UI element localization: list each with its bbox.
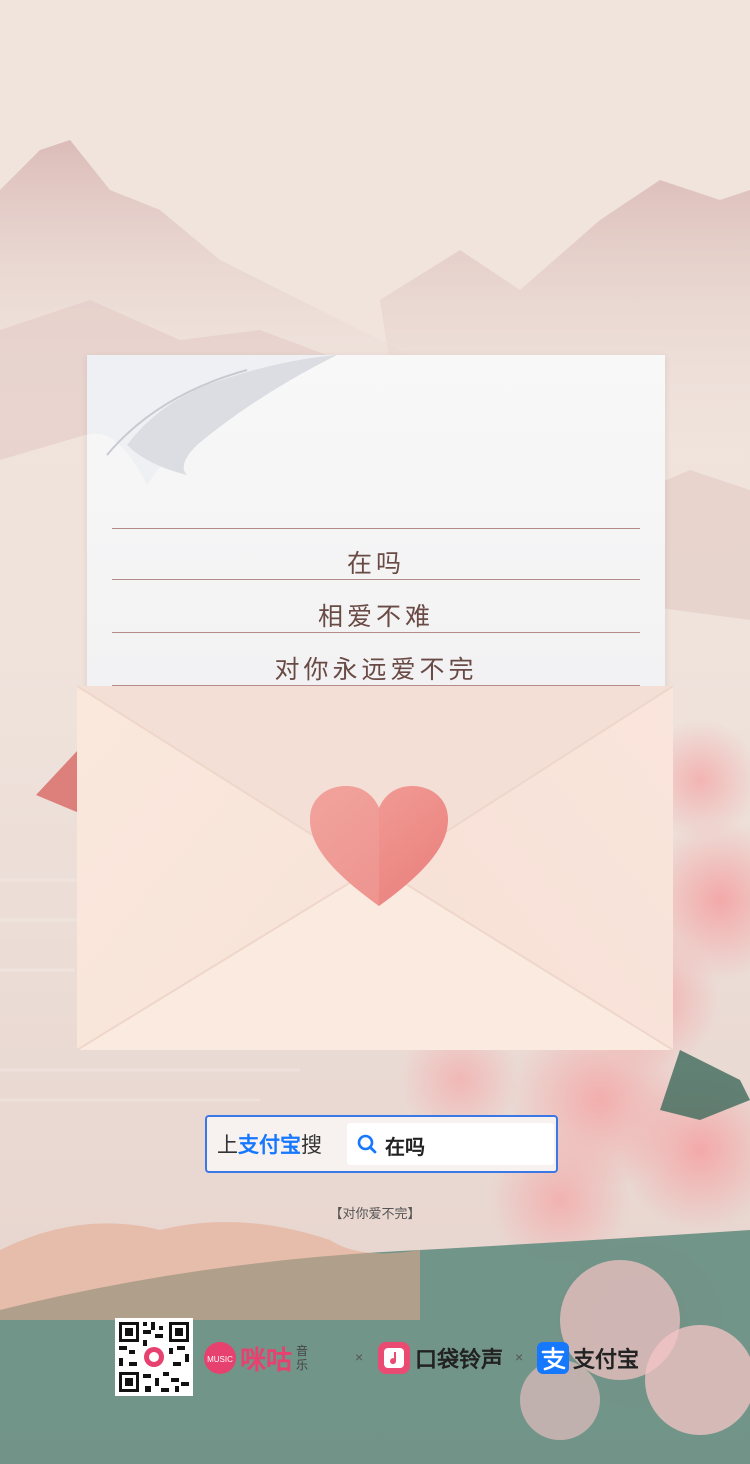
letter-line-1: 在吗 bbox=[346, 549, 405, 578]
song-subtitle: 【对你爱不完】 bbox=[329, 1206, 421, 1221]
page-curl bbox=[87, 355, 337, 485]
search-icon bbox=[357, 1134, 377, 1154]
qr-code-icon[interactable] bbox=[115, 1318, 193, 1396]
migu-sub-1: 音 bbox=[296, 1344, 309, 1358]
alipay-logo: 支付宝 bbox=[537, 1340, 639, 1376]
search-prefix-text-2: 搜 bbox=[301, 1134, 322, 1157]
migu-music-logo: MUSIC 咪咕 音 乐 bbox=[203, 1340, 308, 1376]
letter-line-2: 相爱不难 bbox=[317, 602, 434, 631]
alipay-name: 支付宝 bbox=[573, 1347, 640, 1372]
letter-line-3: 对你永远爱不完 bbox=[274, 655, 478, 684]
alipay-icon bbox=[537, 1342, 569, 1374]
heart-seal-icon bbox=[310, 786, 448, 906]
ringtone-name: 口袋铃声 bbox=[415, 1347, 504, 1372]
alipay-search-banner[interactable]: 上支付宝搜 在吗 bbox=[205, 1115, 558, 1173]
migu-sub: 音 乐 bbox=[296, 1344, 308, 1372]
separator-x: × bbox=[515, 1349, 524, 1365]
search-prefix: 上支付宝搜 bbox=[217, 1129, 322, 1159]
search-brand-alipay: 支付宝 bbox=[238, 1134, 301, 1157]
ringtone-app-icon bbox=[378, 1342, 410, 1374]
migu-name: 咪咕 bbox=[240, 1344, 293, 1375]
separator-x: × bbox=[355, 1349, 364, 1365]
partner-logos: MUSIC 咪咕 音 乐 × 口袋铃声 × 支付宝 bbox=[203, 1340, 643, 1376]
koudai-ringtone-logo: 口袋铃声 bbox=[377, 1340, 503, 1376]
search-prefix-text: 上 bbox=[217, 1134, 238, 1157]
migu-icon: MUSIC bbox=[204, 1342, 236, 1374]
svg-text:MUSIC: MUSIC bbox=[207, 1355, 233, 1364]
migu-sub-2: 乐 bbox=[296, 1358, 309, 1372]
ruled-line bbox=[112, 528, 640, 529]
search-input[interactable]: 在吗 bbox=[347, 1123, 554, 1165]
search-value: 在吗 bbox=[385, 1137, 425, 1159]
